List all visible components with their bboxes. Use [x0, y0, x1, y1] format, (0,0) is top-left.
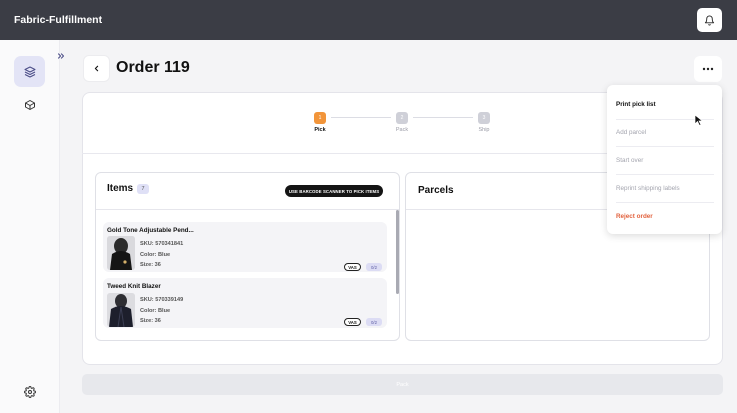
item-name: Tweed Knit Blazer: [107, 283, 161, 290]
notifications-button[interactable]: [697, 8, 722, 32]
item-thumbnail: [107, 236, 135, 270]
stepper-connector: [413, 117, 473, 118]
gear-icon: [23, 385, 36, 398]
menu-divider: [616, 146, 714, 147]
menu-item-add-parcel[interactable]: Add parcel: [616, 129, 646, 136]
box-icon: [24, 99, 35, 110]
stepper-connector: [331, 117, 391, 118]
pack-button[interactable]: Pack: [82, 374, 723, 395]
product-image-icon: [107, 293, 135, 327]
quantity-badge: 0/2: [366, 263, 382, 271]
item-sku: SKU: 570339149: [140, 297, 184, 303]
quantity-badge: 0/2: [366, 318, 382, 326]
step-ship-number: 3: [478, 112, 490, 124]
menu-item-start-over[interactable]: Start over: [616, 157, 643, 164]
menu-item-reject-order[interactable]: Reject order: [616, 213, 653, 220]
step-pick-label: Pick: [314, 127, 326, 133]
step-pack-number: 2: [396, 112, 408, 124]
item-size: Size: 36: [140, 262, 161, 268]
parcels-title: Parcels: [418, 185, 454, 196]
layers-icon: [24, 66, 35, 77]
chevron-left-icon: [94, 65, 99, 72]
item-thumbnail: [107, 293, 135, 327]
items-count-badge: 7: [137, 184, 149, 194]
expand-sidebar-button[interactable]: [53, 48, 69, 64]
product-image-icon: [107, 236, 135, 270]
menu-divider: [616, 202, 714, 203]
vas-badge: VAS: [344, 263, 361, 271]
step-ship-label: Ship: [478, 127, 490, 133]
step-pack-label: Pack: [395, 127, 409, 133]
list-item[interactable]: Gold Tone Adjustable Pend... SKU: 570341…: [103, 222, 387, 272]
item-size: Size: 36: [140, 318, 161, 324]
step-pick: 1 Pick: [305, 112, 335, 133]
divider: [96, 209, 399, 210]
item-sku: SKU: 570341841: [140, 241, 184, 247]
item-color: Color: Blue: [140, 308, 171, 314]
mouse-cursor-icon: [694, 114, 704, 126]
step-ship: 3 Ship: [469, 112, 499, 133]
actions-menu: Print pick list Add parcel Start over Re…: [607, 85, 722, 234]
app-title: Fabric-Fulfillment: [14, 14, 103, 26]
chevrons-right-icon: [57, 53, 65, 59]
menu-item-print-pick-list[interactable]: Print pick list: [616, 101, 656, 108]
items-scrollbar[interactable]: [396, 210, 399, 294]
page-title: Order 119: [116, 59, 190, 76]
vas-badge: VAS: [344, 318, 361, 326]
step-pick-number: 1: [314, 112, 326, 124]
sidebar-item-products[interactable]: [14, 89, 45, 120]
sidebar-item-orders[interactable]: [14, 56, 45, 87]
menu-divider: [616, 174, 714, 175]
step-pack: 2 Pack: [387, 112, 417, 133]
more-actions-button[interactable]: [694, 56, 722, 82]
barcode-scanner-button[interactable]: USE BARCODE SCANNER TO PICK ITEMS: [285, 185, 383, 197]
top-bar: Fabric-Fulfillment: [0, 0, 737, 40]
menu-item-reprint-shipping-labels[interactable]: Reprint shipping labels: [616, 185, 680, 192]
bell-icon: [704, 15, 715, 26]
item-name: Gold Tone Adjustable Pend...: [107, 227, 194, 234]
more-horizontal-icon: [702, 67, 714, 71]
back-button[interactable]: [83, 55, 110, 82]
item-color: Color: Blue: [140, 252, 171, 258]
list-item[interactable]: Tweed Knit Blazer SKU: 570339149 Color: …: [103, 278, 387, 328]
sidebar-item-settings[interactable]: [14, 376, 45, 407]
items-title: Items: [107, 183, 134, 194]
